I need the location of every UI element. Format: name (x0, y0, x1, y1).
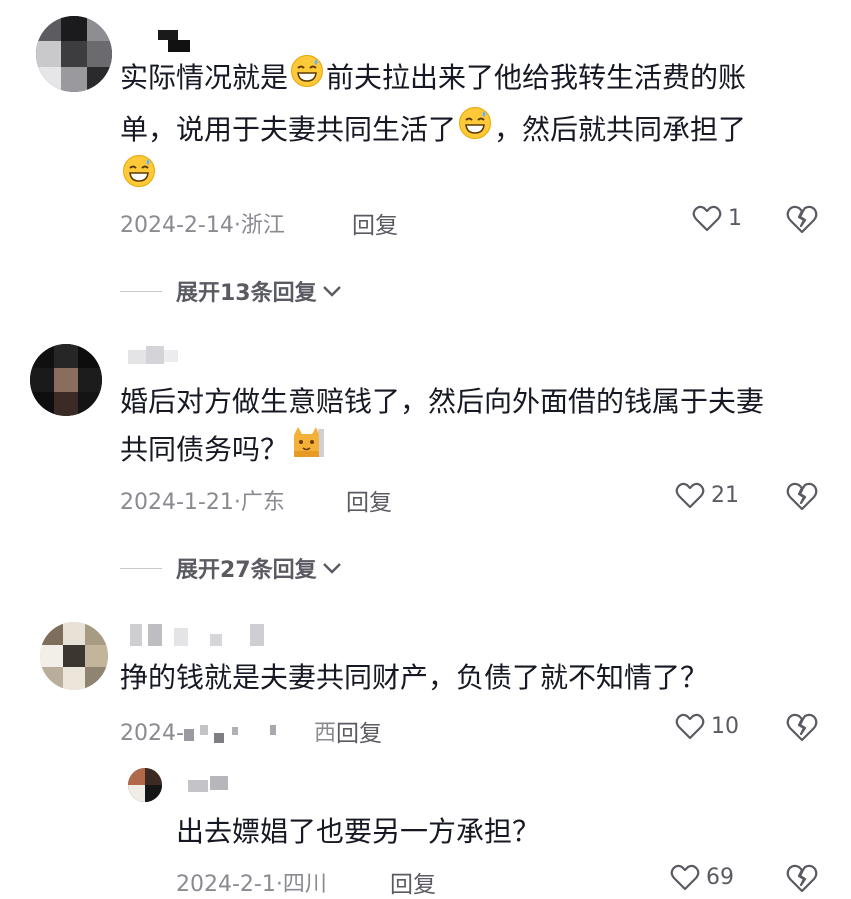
heart-outline-icon (670, 864, 700, 891)
reply-button[interactable]: 回复 (352, 206, 398, 240)
comment-meta: 2024-1-21·广东 (120, 490, 285, 515)
expand-replies-button[interactable]: 展开13条回复 (120, 275, 343, 307)
broken-heart-icon (786, 713, 818, 742)
broken-heart-icon (786, 205, 818, 234)
like-button[interactable]: 10 (675, 712, 739, 740)
comment-text: 挣的钱就是夫妻共同财产，负债了就不知情了？ (120, 661, 709, 694)
expand-replies-button[interactable]: 展开27条回复 (120, 552, 343, 584)
divider (120, 290, 162, 292)
broken-heart-icon (786, 482, 818, 511)
avatar[interactable] (30, 344, 102, 416)
comment-text: 实际情况就是 前夫拉出来了他给我转生活费的账 (120, 52, 746, 105)
grinning-sweat-emoji (122, 153, 156, 205)
like-button[interactable]: 69 (670, 863, 734, 891)
chevron-down-icon (322, 563, 341, 574)
reply-button[interactable]: 回复 (390, 865, 436, 899)
username-blurred[interactable] (188, 776, 232, 794)
avatar[interactable] (36, 16, 112, 92)
dislike-button[interactable] (786, 481, 818, 515)
comment-text: 共同债务吗？ (120, 424, 328, 478)
comment-text: 出去嫖娼了也要另一方承担？ (176, 815, 541, 848)
heart-outline-icon (692, 205, 722, 232)
divider (120, 567, 162, 569)
heart-outline-icon (675, 713, 705, 740)
like-button[interactable]: 21 (675, 481, 739, 509)
comment-meta: 2024-2-1·四川 (176, 872, 327, 897)
grinning-sweat-emoji (458, 105, 492, 157)
chevron-down-icon (322, 286, 341, 297)
like-count: 10 (711, 713, 739, 739)
comment-text: 婚后对方做生意赔钱了，然后向外面借的钱属于夫妻 (120, 385, 765, 418)
avatar[interactable] (40, 622, 108, 690)
username-blurred[interactable] (130, 624, 270, 648)
reply-button[interactable]: 回复 (336, 714, 382, 748)
like-count: 21 (711, 482, 739, 508)
avatar[interactable] (128, 768, 162, 802)
dislike-button[interactable] (786, 204, 818, 238)
dislike-button[interactable] (786, 712, 818, 746)
like-button[interactable]: 1 (692, 204, 742, 232)
like-count: 1 (728, 205, 742, 231)
like-count: 69 (706, 864, 734, 890)
username-blurred[interactable] (128, 346, 208, 366)
comment-meta: 2024-2-14·浙江 (120, 213, 285, 238)
comment-meta: 2024- 西 (120, 721, 336, 746)
grinning-sweat-emoji (290, 53, 324, 105)
comment-text: 单，说用于夫妻共同生活了 ，然后就共同承担了 (120, 104, 746, 157)
broken-heart-icon (786, 864, 818, 893)
metadata-blurred (183, 723, 314, 745)
reply-button[interactable]: 回复 (346, 483, 392, 517)
username-blurred[interactable] (158, 30, 194, 52)
cat-emoji (290, 425, 326, 478)
comment-text (120, 152, 158, 205)
heart-outline-icon (675, 482, 705, 509)
